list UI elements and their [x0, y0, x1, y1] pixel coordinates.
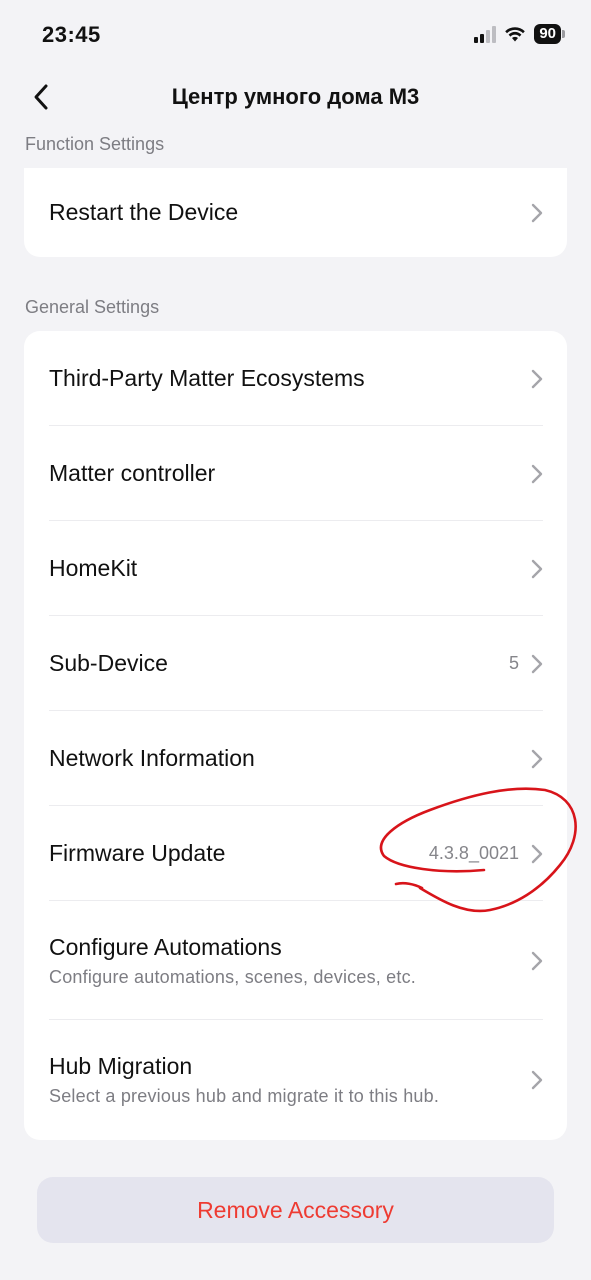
chevron-right-icon: [531, 749, 543, 769]
restart-device-row[interactable]: Restart the Device: [24, 168, 567, 257]
homekit-row[interactable]: HomeKit: [24, 521, 567, 616]
chevron-right-icon: [531, 654, 543, 674]
chevron-right-icon: [531, 369, 543, 389]
matter-controller-row[interactable]: Matter controller: [24, 426, 567, 521]
hub-migration-row[interactable]: Hub Migration Select a previous hub and …: [24, 1020, 567, 1139]
row-label: Firmware Update: [49, 840, 226, 866]
general-settings-card: Third-Party Matter Ecosystems Matter con…: [24, 331, 567, 1140]
firmware-version: 4.3.8_0021: [428, 843, 519, 863]
status-icons: 90: [474, 24, 565, 44]
battery-icon: 90: [534, 24, 565, 44]
chevron-right-icon: [531, 951, 543, 971]
nav-bar: Центр умного дома M3: [0, 70, 591, 124]
chevron-right-icon: [531, 559, 543, 579]
chevron-right-icon: [531, 203, 543, 223]
network-information-row[interactable]: Network Information: [24, 711, 567, 806]
chevron-right-icon: [531, 464, 543, 484]
row-label: Matter controller: [49, 460, 216, 486]
row-label: Third-Party Matter Ecosystems: [49, 365, 365, 391]
battery-level: 90: [534, 24, 561, 44]
configure-automations-row[interactable]: Configure Automations Configure automati…: [24, 901, 567, 1020]
row-subtitle: Configure automations, scenes, devices, …: [49, 966, 416, 987]
chevron-right-icon: [531, 844, 543, 864]
row-label: Sub-Device: [49, 650, 168, 676]
row-subtitle: Select a previous hub and migrate it to …: [49, 1085, 440, 1106]
status-bar: 23:45 90: [0, 0, 591, 70]
third-party-matter-row[interactable]: Third-Party Matter Ecosystems: [24, 331, 567, 426]
chevron-right-icon: [531, 1070, 543, 1090]
sub-device-row[interactable]: Sub-Device 5: [24, 616, 567, 711]
section-header-function-settings: Function Settings: [25, 134, 165, 154]
function-settings-card: Restart the Device: [24, 168, 567, 257]
row-label: Network Information: [49, 745, 255, 771]
page-title: Центр умного дома M3: [171, 84, 420, 109]
status-time: 23:45: [42, 22, 101, 47]
cellular-signal-icon: [474, 25, 497, 43]
wifi-icon: [505, 27, 526, 42]
row-label: Configure Automations: [49, 933, 282, 960]
row-label: Hub Migration: [49, 1052, 193, 1079]
sub-device-count: 5: [508, 653, 519, 673]
section-header-general-settings: General Settings: [25, 297, 160, 317]
restart-device-label: Restart the Device: [49, 199, 239, 225]
row-label: HomeKit: [49, 555, 138, 581]
remove-accessory-button[interactable]: Remove Accessory: [37, 1177, 554, 1243]
firmware-update-row[interactable]: Firmware Update 4.3.8_0021: [24, 806, 567, 901]
